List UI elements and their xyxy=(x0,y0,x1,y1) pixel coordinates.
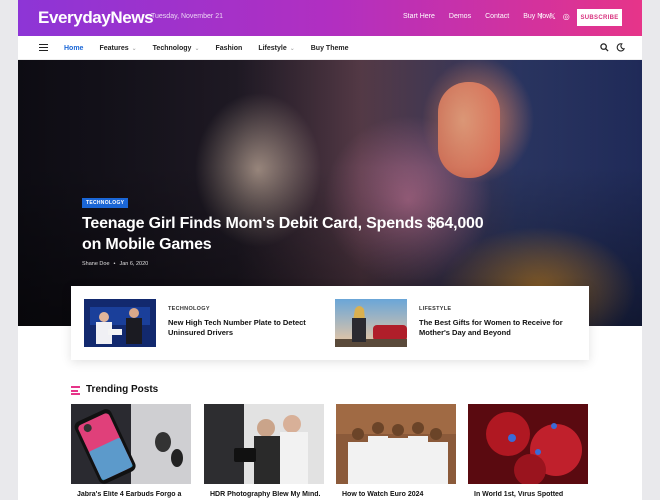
site-logo[interactable]: EverydayNews xyxy=(38,8,154,28)
trending-heading: Trending Posts xyxy=(86,384,159,395)
nav-items: Home Features ⌄ Technology ⌄ Fashion Lifestyle… xyxy=(64,36,364,60)
nav-item-label: Home xyxy=(64,44,84,52)
instagram-icon[interactable]: ◎ xyxy=(563,12,570,22)
nav-item-label: Technology xyxy=(152,44,192,52)
subscribe-button[interactable]: SUBSCRIBE xyxy=(577,9,622,26)
trending-title[interactable]: Jabra's Elite 4 Earbuds Forgo a xyxy=(71,491,191,498)
trending-title[interactable]: In World 1st, Virus Spotted xyxy=(468,491,588,498)
featured-thumbnail[interactable] xyxy=(335,299,407,347)
main-nav: Home Features ⌄ Technology ⌄ Fashion Lifestyle… xyxy=(18,36,642,60)
chevron-down-icon: ⌄ xyxy=(289,45,295,52)
nav-item-label: Lifestyle xyxy=(258,44,287,52)
top-link-demos[interactable]: Demos xyxy=(449,13,471,20)
hero-author[interactable]: Shane Doe xyxy=(82,261,110,267)
current-date: Tuesday, November 21 xyxy=(151,13,223,20)
nav-item-label: Features xyxy=(99,44,129,52)
trending-card[interactable]: In World 1st, Virus Spotted xyxy=(468,404,588,498)
facebook-icon[interactable]: f xyxy=(540,12,542,22)
chevron-down-icon: ⌄ xyxy=(131,45,137,52)
featured-category[interactable]: LIFESTYLE xyxy=(419,306,451,312)
hero-title[interactable]: Teenage Girl Finds Mom's Debit Card, Spe… xyxy=(82,213,502,255)
menu-icon[interactable] xyxy=(39,44,48,51)
trending-thumbnail[interactable] xyxy=(71,404,191,484)
trending-thumbnail[interactable] xyxy=(336,404,456,484)
trending-card[interactable]: Jabra's Elite 4 Earbuds Forgo a xyxy=(71,404,191,498)
hero-meta: Shane Doe • Jan 6, 2020 xyxy=(82,261,148,267)
featured-category[interactable]: TECHNOLOGY xyxy=(168,306,210,312)
trending-icon xyxy=(71,386,80,395)
nav-item-home[interactable]: Home xyxy=(64,45,83,52)
meta-separator: • xyxy=(113,261,116,267)
trending-card[interactable]: HDR Photography Blew My Mind. xyxy=(204,404,324,498)
hero-date: Jan 6, 2020 xyxy=(119,261,149,267)
trending-card[interactable]: How to Watch Euro 2024 xyxy=(336,404,456,498)
chevron-down-icon: ⌄ xyxy=(194,45,200,52)
trending-thumbnail[interactable] xyxy=(204,404,324,484)
nav-item-features[interactable]: Features ⌄ xyxy=(99,45,136,52)
search-icon[interactable] xyxy=(600,43,609,54)
nav-item-label: Buy Theme xyxy=(310,44,349,52)
hero-category-badge[interactable]: TECHNOLOGY xyxy=(82,198,129,208)
nav-item-label: Fashion xyxy=(215,44,243,52)
nav-item-lifestyle[interactable]: Lifestyle ⌄ xyxy=(258,45,294,52)
page: EverydayNews Tuesday, November 21 Start … xyxy=(18,0,642,500)
top-links: Start Here Demos Contact Buy Now xyxy=(403,13,551,20)
nav-item-technology[interactable]: Technology ⌄ xyxy=(153,45,200,52)
trending-thumbnail[interactable] xyxy=(468,404,588,486)
trending-title[interactable]: HDR Photography Blew My Mind. xyxy=(204,491,324,498)
featured-title[interactable]: New High Tech Number Plate to Detect Uni… xyxy=(168,318,318,338)
featured-strip: TECHNOLOGY New High Tech Number Plate to… xyxy=(71,286,589,360)
dark-mode-icon[interactable] xyxy=(616,43,625,54)
featured-title[interactable]: The Best Gifts for Women to Receive for … xyxy=(419,318,569,338)
featured-thumbnail[interactable] xyxy=(84,299,156,347)
social-links: f 𝕏 ◎ xyxy=(540,12,570,22)
nav-item-buy-theme[interactable]: Buy Theme xyxy=(311,45,349,52)
nav-icons xyxy=(600,43,625,54)
top-link-contact[interactable]: Contact xyxy=(485,13,509,20)
nav-item-fashion[interactable]: Fashion xyxy=(215,45,242,52)
top-link-start-here[interactable]: Start Here xyxy=(403,13,435,20)
top-bar: EverydayNews Tuesday, November 21 Start … xyxy=(18,0,642,36)
trending-title[interactable]: How to Watch Euro 2024 xyxy=(336,491,456,498)
x-twitter-icon[interactable]: 𝕏 xyxy=(549,12,555,22)
